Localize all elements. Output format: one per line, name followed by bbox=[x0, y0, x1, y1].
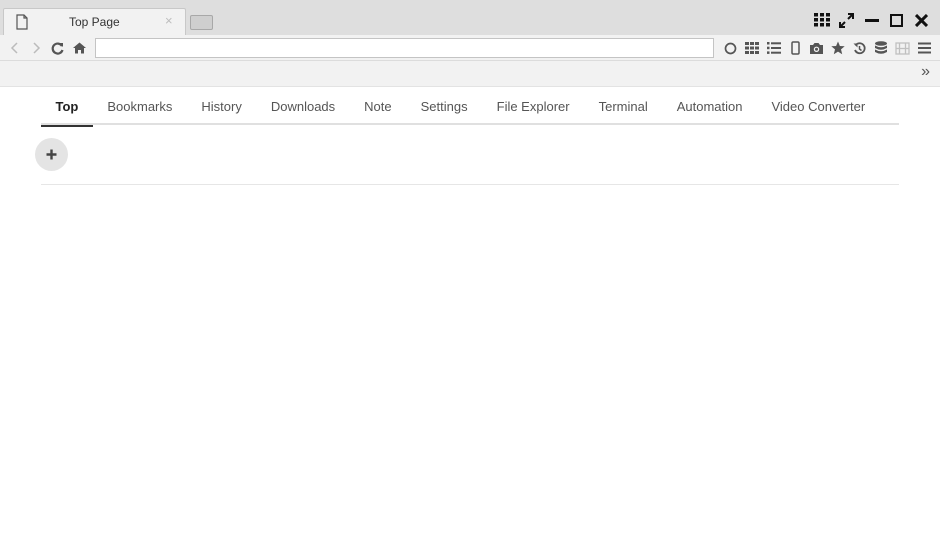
tab-top[interactable]: Top bbox=[41, 87, 93, 127]
tab-downloads[interactable]: Downloads bbox=[256, 87, 349, 125]
reload-icon bbox=[51, 41, 64, 55]
home-button[interactable] bbox=[70, 39, 88, 57]
tab-bookmarks[interactable]: Bookmarks bbox=[93, 87, 187, 125]
storage-button[interactable] bbox=[871, 39, 893, 57]
chevron-right-icon bbox=[33, 42, 41, 54]
tab-history[interactable]: History bbox=[187, 87, 256, 125]
hamburger-menu-icon bbox=[917, 42, 931, 54]
url-input[interactable] bbox=[95, 38, 714, 58]
bookmark-star-button[interactable] bbox=[828, 39, 850, 57]
apps-grid-icon bbox=[813, 13, 830, 27]
database-icon bbox=[875, 40, 888, 54]
page-tab-strip: Top Bookmarks History Downloads Note Set… bbox=[41, 87, 899, 127]
mobile-icon bbox=[791, 41, 800, 55]
grid-icon bbox=[745, 42, 760, 54]
list-view-button[interactable] bbox=[763, 39, 785, 57]
page-content: Top Bookmarks History Downloads Note Set… bbox=[0, 87, 940, 550]
fullscreen-icon bbox=[839, 12, 854, 28]
minimize-icon bbox=[864, 19, 879, 22]
title-bar: Top Page × bbox=[0, 0, 940, 35]
window-controls bbox=[809, 11, 934, 29]
tab-terminal[interactable]: Terminal bbox=[584, 87, 662, 125]
tab-file-explorer[interactable]: File Explorer bbox=[482, 87, 584, 125]
browser-tab[interactable]: Top Page × bbox=[3, 8, 186, 35]
new-tab-button[interactable] bbox=[190, 15, 213, 30]
toolbar-tools bbox=[720, 39, 935, 57]
reload-button[interactable] bbox=[48, 39, 66, 57]
chevron-left-icon bbox=[10, 42, 18, 54]
fullscreen-button[interactable] bbox=[834, 11, 859, 29]
home-icon bbox=[72, 42, 86, 54]
circle-button[interactable] bbox=[720, 39, 742, 57]
mobile-view-button[interactable] bbox=[785, 39, 807, 57]
add-button[interactable] bbox=[35, 138, 68, 171]
history-button[interactable] bbox=[849, 39, 871, 57]
tab-automation[interactable]: Automation bbox=[662, 87, 757, 125]
minimize-button[interactable] bbox=[859, 11, 884, 29]
history-icon bbox=[853, 41, 866, 54]
screenshot-button[interactable] bbox=[806, 39, 828, 57]
maximize-icon bbox=[890, 13, 903, 27]
bookmark-bar: » bbox=[0, 61, 940, 87]
forward-button[interactable] bbox=[27, 39, 45, 57]
plus-icon bbox=[46, 149, 57, 160]
camera-icon bbox=[810, 42, 824, 54]
video-button[interactable] bbox=[892, 39, 914, 57]
circle-icon bbox=[724, 42, 737, 54]
tab-title: Top Page bbox=[69, 15, 120, 29]
tab-video-converter[interactable]: Video Converter bbox=[757, 87, 880, 125]
maximize-button[interactable] bbox=[884, 11, 909, 29]
close-window-button[interactable] bbox=[909, 11, 934, 29]
main-menu-button[interactable] bbox=[914, 39, 936, 57]
list-icon bbox=[766, 42, 781, 54]
document-icon bbox=[15, 14, 29, 30]
tab-note[interactable]: Note bbox=[350, 87, 406, 125]
tab-settings[interactable]: Settings bbox=[406, 87, 482, 125]
star-icon bbox=[831, 41, 845, 55]
apps-grid-button[interactable] bbox=[809, 11, 834, 29]
tab-close-button[interactable]: × bbox=[165, 13, 173, 28]
more-bookmarks-icon[interactable]: » bbox=[921, 63, 930, 81]
navigation-bar bbox=[0, 35, 940, 61]
back-button[interactable] bbox=[6, 39, 24, 57]
tile-view-button[interactable] bbox=[742, 39, 764, 57]
film-icon bbox=[895, 41, 910, 55]
close-icon bbox=[915, 13, 928, 27]
content-divider bbox=[41, 184, 899, 185]
